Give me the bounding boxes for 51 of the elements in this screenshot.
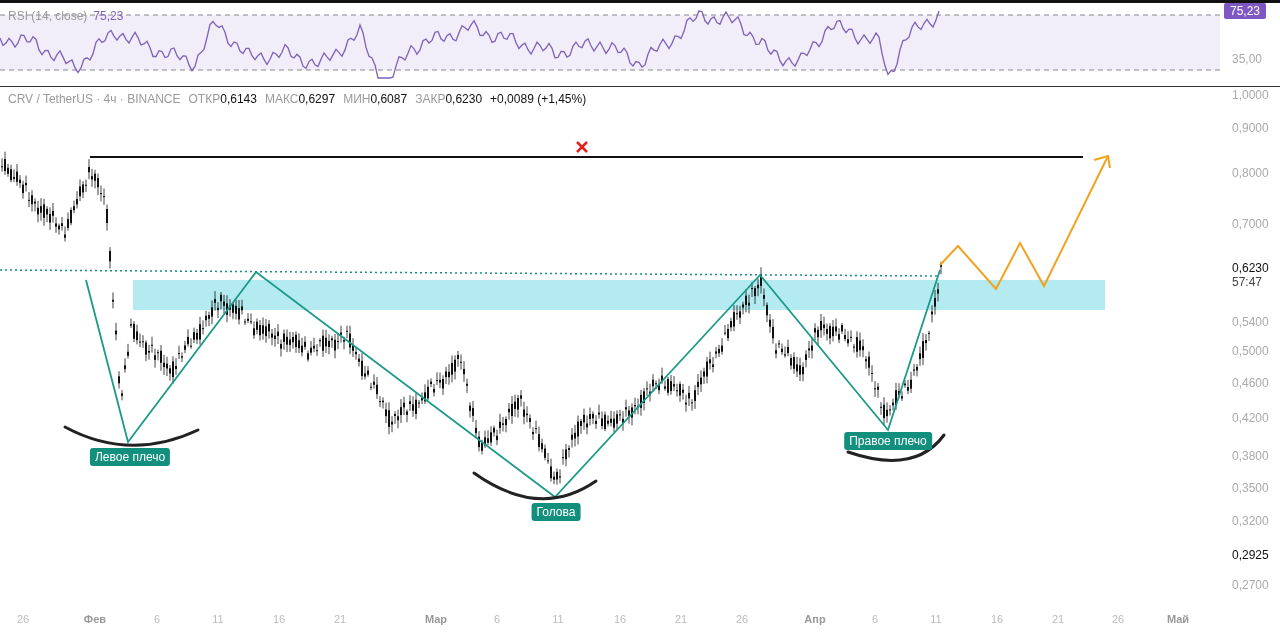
ohlc-label: МИН	[343, 91, 371, 106]
time-axis-label: 11	[552, 613, 564, 625]
price-axis-label: 0,5400	[1232, 315, 1269, 329]
time-axis-label: 21	[333, 613, 347, 625]
price-axis-label: 0,4200	[1232, 411, 1269, 425]
time-axis-label: 6	[493, 613, 501, 625]
price-axis-label: 1,0000	[1232, 88, 1269, 102]
time-axis-label: Мар	[424, 613, 448, 625]
ohlc-label: МАКС	[264, 91, 299, 106]
rsi-label: RSI (14, close)	[8, 9, 88, 23]
price-axis-label: 0,3800	[1232, 449, 1269, 463]
pattern-label: Голова	[531, 503, 581, 521]
price-axis-label: 0,4600	[1232, 376, 1269, 390]
price-axis-label: 0,7000	[1232, 217, 1269, 231]
time-axis-label: 16	[272, 613, 286, 625]
time-axis-label: Май	[1166, 613, 1190, 625]
time-axis-label: 11	[212, 613, 224, 625]
symbol-label: CRV / TetherUS · 4ч · BINANCE	[8, 91, 181, 106]
price-change: +0,0089 (+1,45%)	[490, 91, 587, 106]
ohlc-value: 0,6087	[370, 91, 408, 106]
rsi-value: 75,23	[93, 9, 124, 23]
price-axis-label: 0,2925	[1232, 548, 1269, 562]
time-axis-label: Фев	[83, 613, 107, 625]
pattern-label: Левое плечо	[89, 448, 171, 466]
time-axis-label: 16	[613, 613, 627, 625]
time-axis-label: 26	[735, 613, 749, 625]
price-axis-label: 0,8000	[1232, 166, 1269, 180]
ohlc-label: ЗАКР	[415, 91, 446, 106]
rsi-axis-label: 35,00	[1232, 52, 1263, 66]
ohlc-value: 0,6143	[220, 91, 257, 106]
ohlc-value: 0,6297	[298, 91, 336, 106]
time-axis-label: 21	[674, 613, 688, 625]
time-axis-label: 16	[990, 613, 1004, 625]
time-axis-label: 21	[1051, 613, 1065, 625]
price-axis-label: 0,5000	[1232, 344, 1269, 358]
time-axis-label: Апр	[804, 613, 826, 625]
ohlc-label: ОТКР	[188, 91, 221, 106]
price-axis-label: 57:47	[1232, 275, 1263, 289]
time-axis-label: 6	[153, 613, 161, 625]
price-axis-label: 0,3200	[1232, 514, 1269, 528]
rsi-value-badge: 75,23	[1224, 3, 1267, 19]
price-axis-label: 0,2700	[1232, 578, 1269, 592]
ohlc-value: 0,6230	[445, 91, 483, 106]
pattern-label: Правое плечо	[844, 432, 932, 450]
time-axis-label: 26	[1111, 613, 1125, 625]
time-axis-label: 11	[930, 613, 942, 625]
time-axis-label: 26	[16, 613, 30, 625]
price-axis-label: 0,6230	[1232, 261, 1269, 275]
price-axis-label: 0,3500	[1232, 481, 1269, 495]
time-axis-label: 6	[871, 613, 879, 625]
price-axis-label: 0,9000	[1232, 121, 1269, 135]
